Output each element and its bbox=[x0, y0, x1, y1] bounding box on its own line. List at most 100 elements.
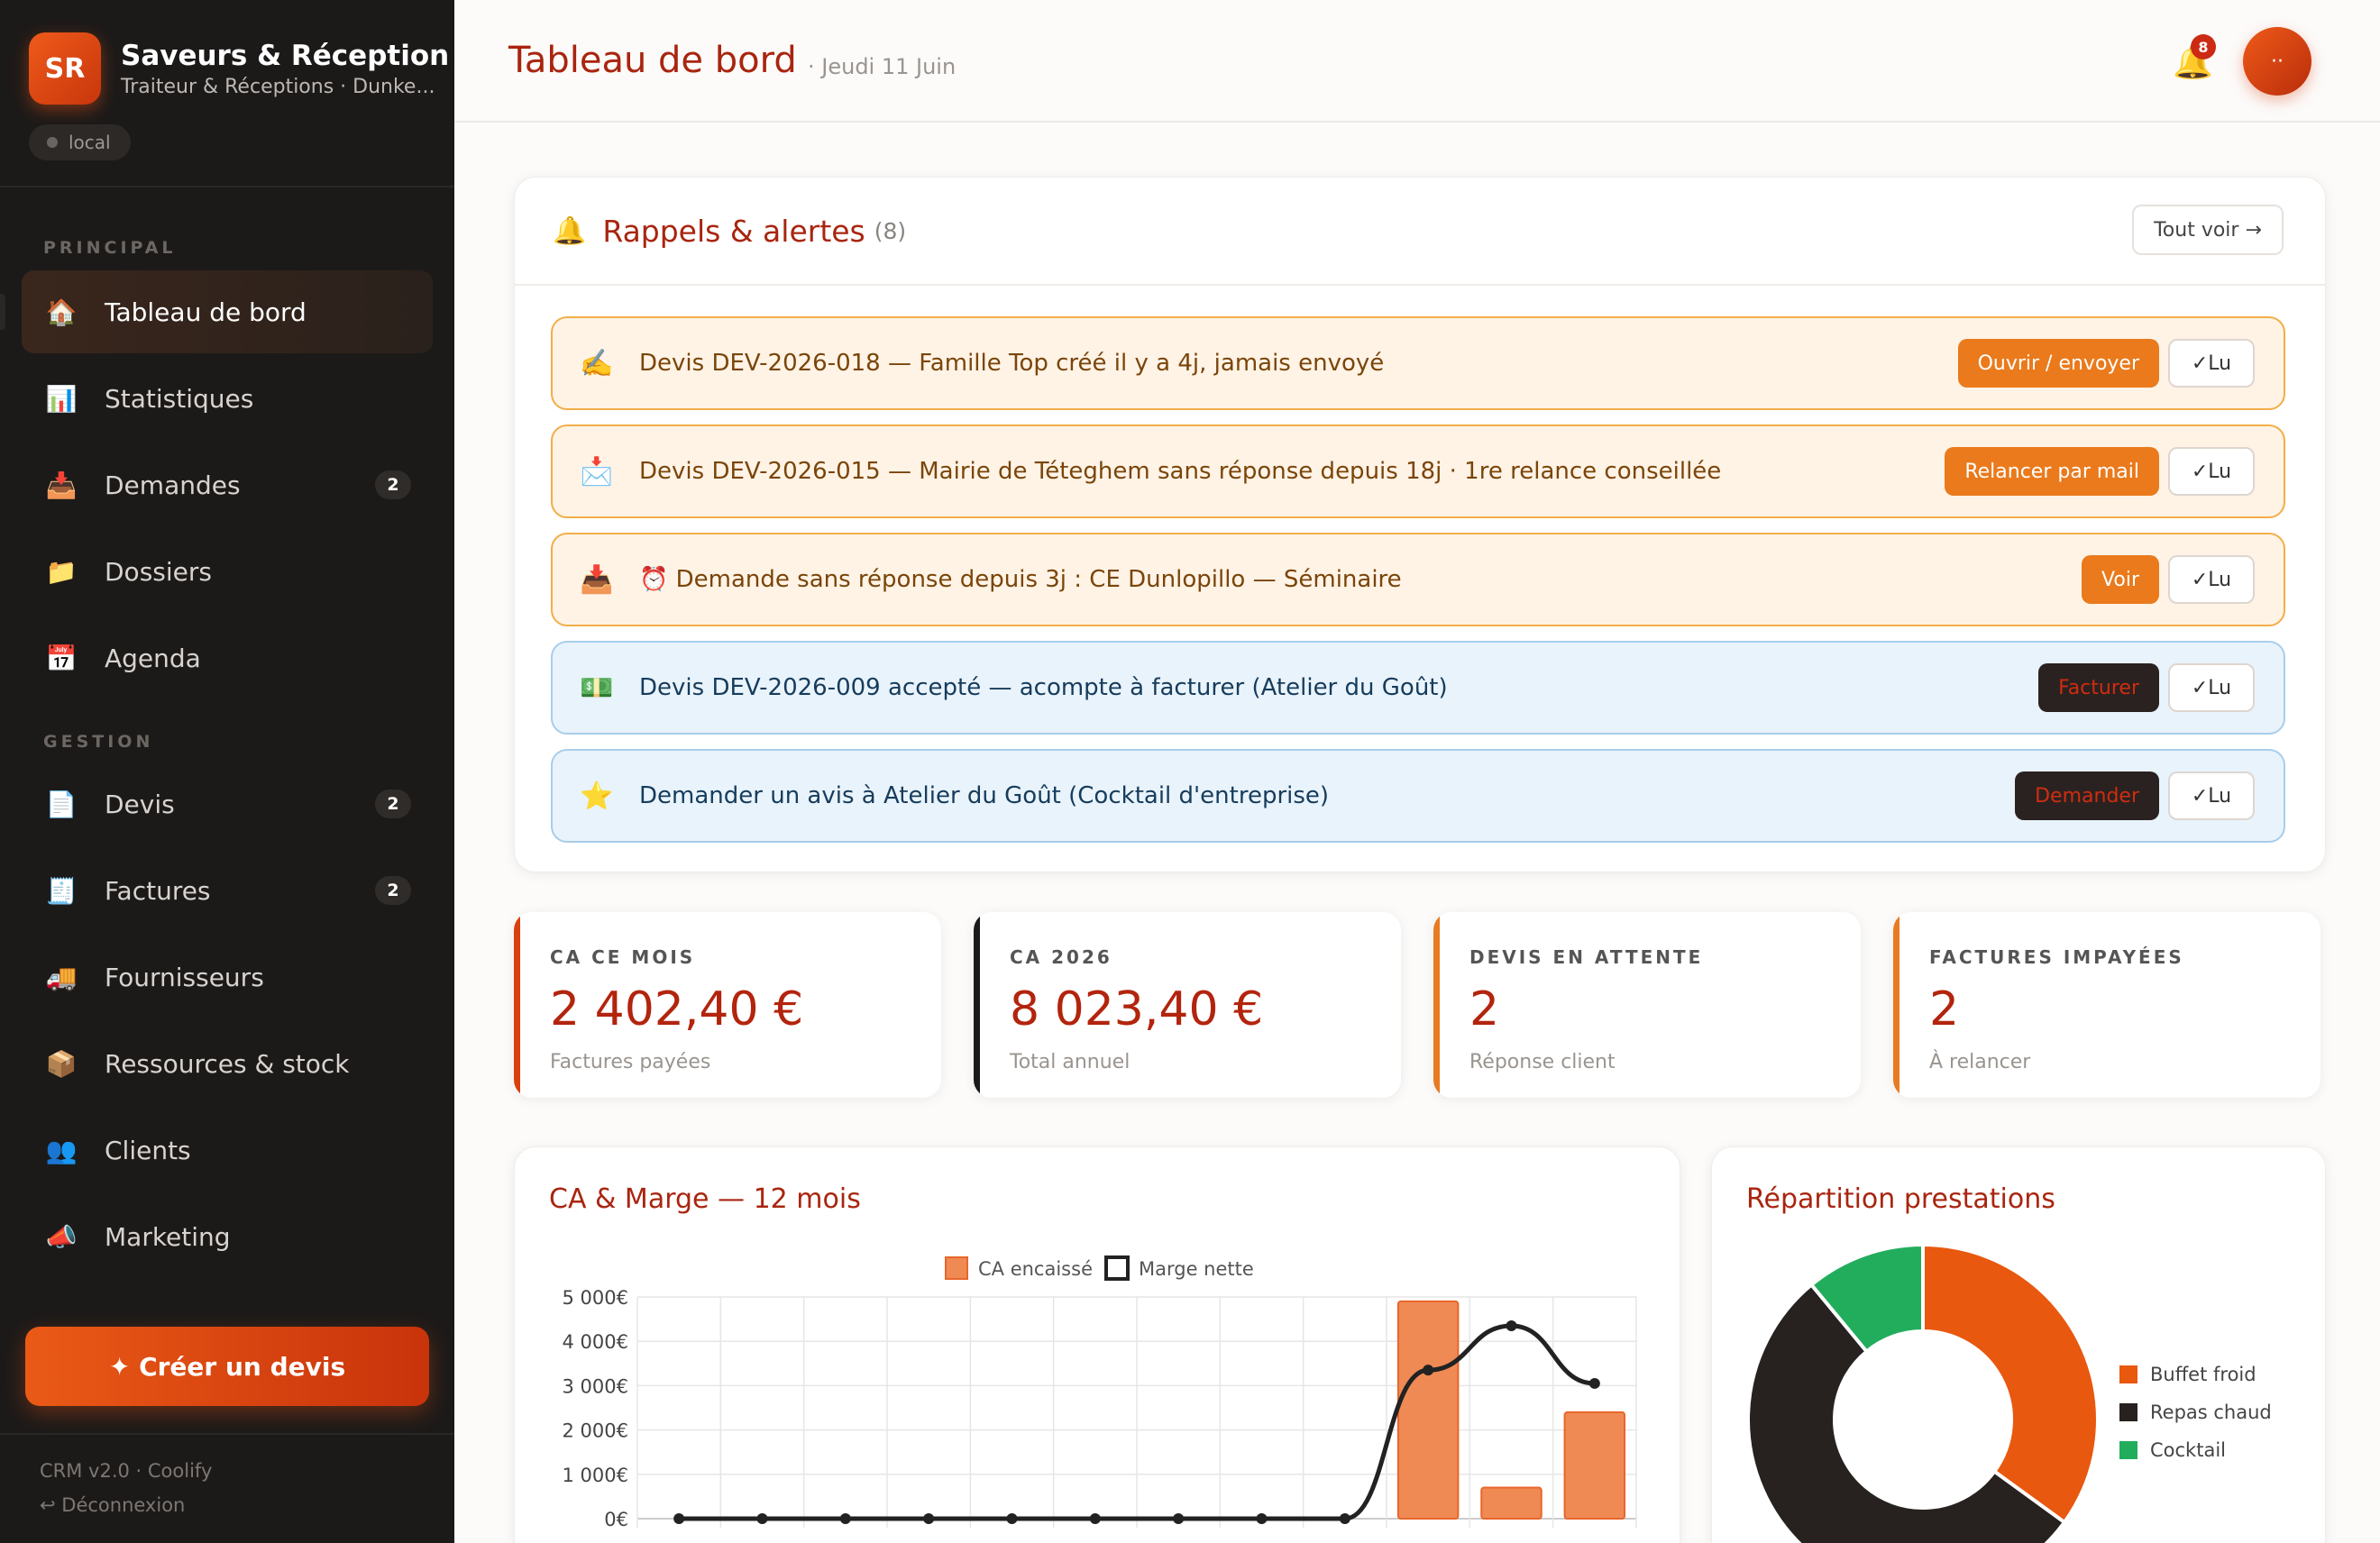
sidebar-divider bbox=[0, 1433, 454, 1435]
kpi-accent-bar bbox=[514, 912, 520, 1098]
top-header: Tableau de bord · Jeudi 11 Juin 🔔 8 ·· bbox=[454, 0, 2380, 123]
donut-slice-buffet-froid bbox=[1921, 1242, 2100, 1525]
kpi-accent-bar bbox=[1433, 912, 1440, 1098]
line-point-marge bbox=[1173, 1513, 1185, 1524]
folder-icon: 📁 bbox=[45, 556, 78, 587]
home-icon: 🏠 bbox=[45, 297, 78, 327]
notification-count-badge: 8 bbox=[2191, 34, 2216, 59]
sidebar-item-agenda[interactable]: 📅 Agenda bbox=[22, 616, 433, 699]
money-icon: 💵 bbox=[580, 671, 614, 704]
brand[interactable]: SR Saveurs & Réception Traiteur & Récept… bbox=[29, 32, 449, 105]
line-point-marge bbox=[1006, 1513, 1018, 1524]
sidebar: SR Saveurs & Réception Traiteur & Récept… bbox=[0, 0, 454, 1543]
reminders-count: (8) bbox=[874, 218, 907, 244]
legend-swatch bbox=[2119, 1441, 2137, 1459]
legend-swatch-marge bbox=[1104, 1255, 1130, 1281]
reminder-item: 📩 Devis DEV-2026-015 — Mairie de Téteghem… bbox=[551, 425, 2285, 518]
status-dot-icon bbox=[47, 137, 58, 148]
kpi-value: 8 023,40 € bbox=[1010, 982, 1264, 1036]
environment-label: local bbox=[69, 132, 111, 153]
kpi-card[interactable]: CA 2026 8 023,40 € Total annuel bbox=[974, 912, 1401, 1098]
sidebar-item-label: Agenda bbox=[105, 643, 201, 673]
legend-swatch bbox=[2119, 1365, 2137, 1383]
environment-badge: local bbox=[29, 124, 131, 160]
bar-ca-encaisse bbox=[1563, 1411, 1626, 1520]
reminder-item: ✍️ Devis DEV-2026-018 — Famille Top créé … bbox=[551, 316, 2285, 410]
sidebar-item-statistiques[interactable]: 📊 Statistiques bbox=[22, 357, 433, 440]
sidebar-item-fournisseurs[interactable]: 🚚 Fournisseurs bbox=[22, 936, 433, 1018]
sidebar-item-label: Fournisseurs bbox=[105, 962, 264, 992]
bar-ca-encaisse bbox=[1396, 1300, 1460, 1520]
sidebar-item-tableau-de-bord[interactable]: 🏠 Tableau de bord bbox=[22, 270, 433, 353]
reminder-action-button[interactable]: Relancer par mail bbox=[1945, 447, 2159, 496]
line-point-marge bbox=[1588, 1377, 1600, 1389]
kpi-label: FACTURES IMPAYÉES bbox=[1929, 946, 2184, 968]
reminder-text: Demander un avis à Atelier du Goût (Cock… bbox=[639, 782, 1330, 809]
revenue-chart: CA encaissé Marge nette 0€ 1 000€ 2 000€ 3 00… bbox=[563, 1255, 1637, 1530]
distribution-chart-card: Répartition prestations Buffet froid Repa… bbox=[1711, 1146, 2326, 1543]
document-icon: 📄 bbox=[45, 789, 78, 819]
reminder-action-button[interactable]: Voir bbox=[2082, 555, 2159, 604]
mark-read-button[interactable]: ✓Lu bbox=[2168, 772, 2255, 820]
kpi-accent-bar bbox=[974, 912, 980, 1098]
sidebar-item-demandes[interactable]: 📥 Demandes 2 bbox=[22, 443, 433, 526]
bell-icon: 🔔 bbox=[553, 215, 587, 247]
kpi-value: 2 402,40 € bbox=[550, 982, 804, 1036]
star-icon: ⭐ bbox=[580, 780, 614, 812]
reminders-header: 🔔 Rappels & alertes (8) Tout voir → bbox=[515, 178, 2325, 286]
line-point-marge bbox=[1339, 1513, 1350, 1524]
kpi-subtitle: À relancer bbox=[1929, 1051, 2031, 1073]
reminder-action-button[interactable]: Demander bbox=[2015, 772, 2159, 820]
reminder-action-button[interactable]: Ouvrir / envoyer bbox=[1957, 339, 2159, 388]
line-point-marge bbox=[756, 1513, 768, 1524]
line-point-marge bbox=[1256, 1513, 1268, 1524]
count-badge: 2 bbox=[375, 790, 411, 818]
sidebar-item-devis[interactable]: 📄 Devis 2 bbox=[22, 762, 433, 845]
brand-logo: SR bbox=[29, 32, 101, 105]
y-tick-label: 1 000€ bbox=[563, 1465, 628, 1486]
section-label-principal: PRINCIPAL bbox=[43, 238, 177, 258]
kpi-label: CA 2026 bbox=[1010, 946, 1112, 968]
legend-swatch-ca bbox=[945, 1256, 968, 1280]
page-title: Tableau de bord bbox=[508, 40, 797, 81]
legend-label: Cocktail bbox=[2150, 1439, 2226, 1461]
reminder-item: ⭐ Demander un avis à Atelier du Goût (Coc… bbox=[551, 749, 2285, 843]
user-avatar[interactable]: ·· bbox=[2243, 27, 2311, 96]
reminder-text: ⏰ Demande sans réponse depuis 3j : CE Du… bbox=[639, 566, 1402, 593]
kpi-card[interactable]: FACTURES IMPAYÉES 2 À relancer bbox=[1893, 912, 2320, 1098]
create-quote-button[interactable]: ✦ Créer un devis bbox=[25, 1327, 429, 1406]
sidebar-item-ressources-stock[interactable]: 📦 Ressources & stock bbox=[22, 1022, 433, 1105]
brand-subtitle: Traiteur & Réceptions · Dunke... bbox=[121, 75, 435, 98]
see-all-button[interactable]: Tout voir → bbox=[2132, 205, 2284, 255]
reminder-item: 💵 Devis DEV-2026-009 accepté — acompte à … bbox=[551, 641, 2285, 735]
mark-read-button[interactable]: ✓Lu bbox=[2168, 339, 2255, 388]
section-label-gestion: GESTION bbox=[43, 732, 154, 752]
sidebar-item-dossiers[interactable]: 📁 Dossiers bbox=[22, 530, 433, 613]
mark-read-button[interactable]: ✓Lu bbox=[2168, 555, 2255, 604]
sidebar-item-label: Demandes bbox=[105, 470, 241, 500]
kpi-accent-bar bbox=[1893, 912, 1899, 1098]
sidebar-item-label: Statistiques bbox=[105, 383, 254, 414]
sidebar-item-marketing[interactable]: 📣 Marketing bbox=[22, 1195, 433, 1278]
truck-icon: 🚚 bbox=[45, 962, 78, 992]
logout-link[interactable]: ↩ Déconnexion bbox=[40, 1494, 185, 1516]
mark-read-button[interactable]: ✓Lu bbox=[2168, 447, 2255, 496]
kpi-card[interactable]: CA CE MOIS 2 402,40 € Factures payées bbox=[514, 912, 941, 1098]
reminder-text: Devis DEV-2026-015 — Mairie de Téteghem … bbox=[639, 458, 1722, 485]
kpi-subtitle: Total annuel bbox=[1010, 1051, 1130, 1073]
distribution-chart: Buffet froid Repas chaud Cocktail bbox=[1746, 1242, 2272, 1543]
kpi-card[interactable]: DEVIS EN ATTENTE 2 Réponse client bbox=[1433, 912, 1861, 1098]
mark-read-button[interactable]: ✓Lu bbox=[2168, 663, 2255, 712]
line-point-marge bbox=[1506, 1319, 1517, 1331]
reminders-title: Rappels & alertes bbox=[602, 214, 865, 249]
bar-chart-icon: 📊 bbox=[45, 383, 78, 414]
reminders-card: 🔔 Rappels & alertes (8) Tout voir → ✍️ De… bbox=[514, 177, 2326, 872]
y-tick-label: 3 000€ bbox=[563, 1375, 628, 1397]
sidebar-item-factures[interactable]: 🧾 Factures 2 bbox=[22, 849, 433, 932]
sidebar-item-label: Devis bbox=[105, 789, 175, 819]
writing-hand-icon: ✍️ bbox=[580, 347, 614, 379]
bar-ca-encaisse bbox=[1480, 1486, 1542, 1520]
reminder-action-button[interactable]: Facturer bbox=[2038, 663, 2159, 712]
sidebar-item-clients[interactable]: 👥 Clients bbox=[22, 1109, 433, 1191]
y-tick-label: 2 000€ bbox=[563, 1420, 628, 1442]
